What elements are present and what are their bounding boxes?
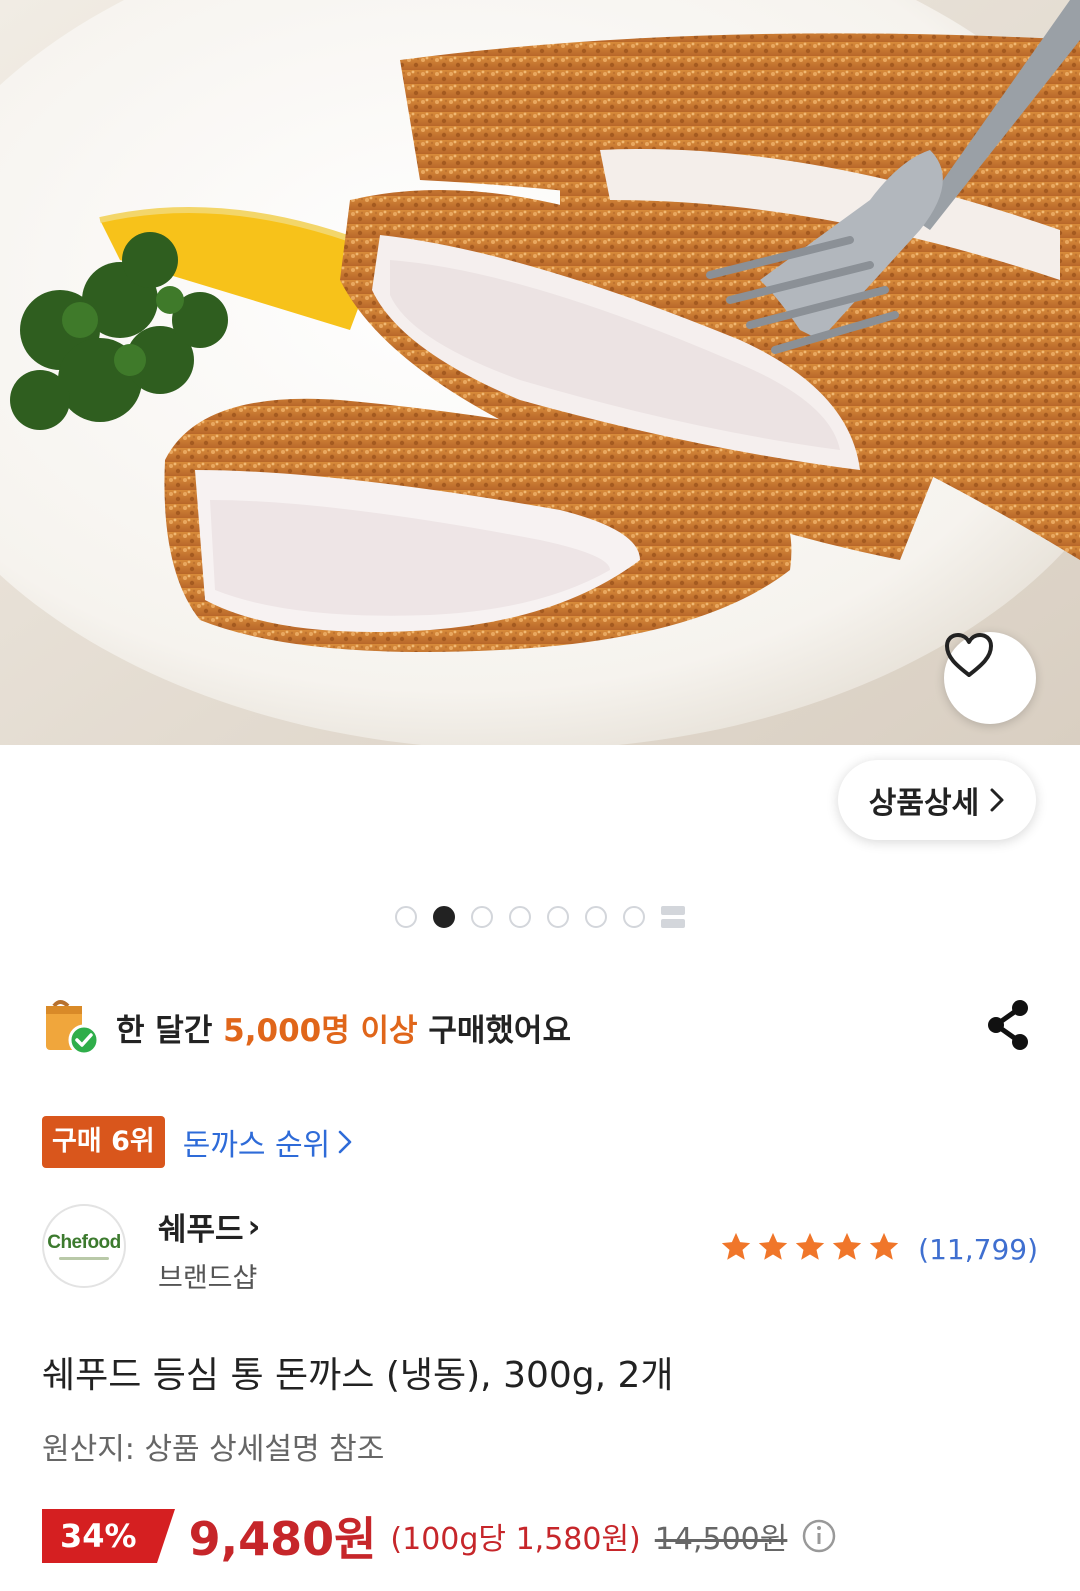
sale-price: 9,480원	[188, 1512, 377, 1566]
brand-shop-label: 브랜드샵	[158, 1263, 258, 1294]
rating-summary[interactable]: (11,799)	[719, 1230, 1038, 1268]
pork-cutlet-photo	[0, 0, 1080, 745]
shopping-bag-check-icon	[46, 1000, 100, 1056]
purchase-suffix: 구매했어요	[417, 1012, 571, 1049]
share-icon[interactable]	[984, 998, 1032, 1052]
carousel-dot[interactable]	[623, 906, 645, 928]
ranking-row: 구매 6위 돈까스 순위	[42, 1116, 352, 1168]
carousel-dot[interactable]	[471, 906, 493, 928]
purchase-count-text: 한 달간 5,000명 이상 구매했어요	[116, 1005, 571, 1050]
purchase-count-banner: 한 달간 5,000명 이상 구매했어요	[42, 992, 1038, 1062]
info-icon[interactable]	[801, 1518, 837, 1554]
purchase-prefix: 한 달간	[116, 1012, 224, 1049]
brand-section: Chefood 쉐푸드 › 브랜드샵 (11,799)	[42, 1204, 1038, 1294]
brand-logo-underline	[59, 1257, 109, 1260]
favorite-button[interactable]	[944, 632, 1036, 724]
carousel-more-icon[interactable]	[661, 906, 685, 928]
carousel-dot-active[interactable]	[433, 906, 455, 928]
star-icon	[796, 1232, 825, 1260]
purchase-highlight: 5,000명 이상	[223, 1012, 418, 1049]
brand-logo[interactable]: Chefood	[42, 1204, 126, 1288]
unit-price: (100g당 1,580원)	[390, 1522, 641, 1557]
star-icon	[722, 1232, 751, 1260]
product-detail-label: 상품상세	[868, 786, 980, 821]
product-origin: 원산지: 상품 상세설명 참조	[42, 1432, 385, 1467]
image-carousel-indicator[interactable]	[0, 906, 1080, 928]
rank-badge: 구매 6위	[42, 1116, 165, 1168]
heart-icon	[945, 633, 993, 677]
star-icon	[833, 1232, 862, 1260]
brand-logo-text: Chefood	[47, 1232, 121, 1253]
star-icon	[870, 1232, 899, 1260]
price-row: 34% 9,480원 (100g당 1,580원) 14,500원	[42, 1506, 837, 1566]
chevron-right-icon	[338, 1130, 352, 1154]
brand-name-link[interactable]: 쉐푸드 ›	[158, 1204, 260, 1249]
product-image[interactable]	[0, 0, 1080, 745]
product-title: 쉐푸드 등심 통 돈까스 (냉동), 300g, 2개	[42, 1355, 674, 1396]
brand-chevron: ›	[247, 1208, 261, 1245]
carousel-dot[interactable]	[585, 906, 607, 928]
category-ranking-link[interactable]: 돈까스 순위	[183, 1120, 353, 1164]
discount-badge: 34%	[42, 1509, 175, 1563]
brand-name: 쉐푸드	[158, 1212, 244, 1248]
chevron-right-icon	[990, 788, 1004, 812]
star-icon	[759, 1232, 788, 1260]
review-count: (11,799)	[918, 1232, 1038, 1266]
carousel-dot[interactable]	[395, 906, 417, 928]
star-rating	[719, 1230, 904, 1268]
carousel-dot[interactable]	[509, 906, 531, 928]
carousel-dot[interactable]	[547, 906, 569, 928]
original-price: 14,500원	[654, 1522, 788, 1557]
category-ranking-label: 돈까스 순위	[182, 1128, 331, 1163]
product-detail-button[interactable]: 상품상세	[838, 760, 1036, 840]
